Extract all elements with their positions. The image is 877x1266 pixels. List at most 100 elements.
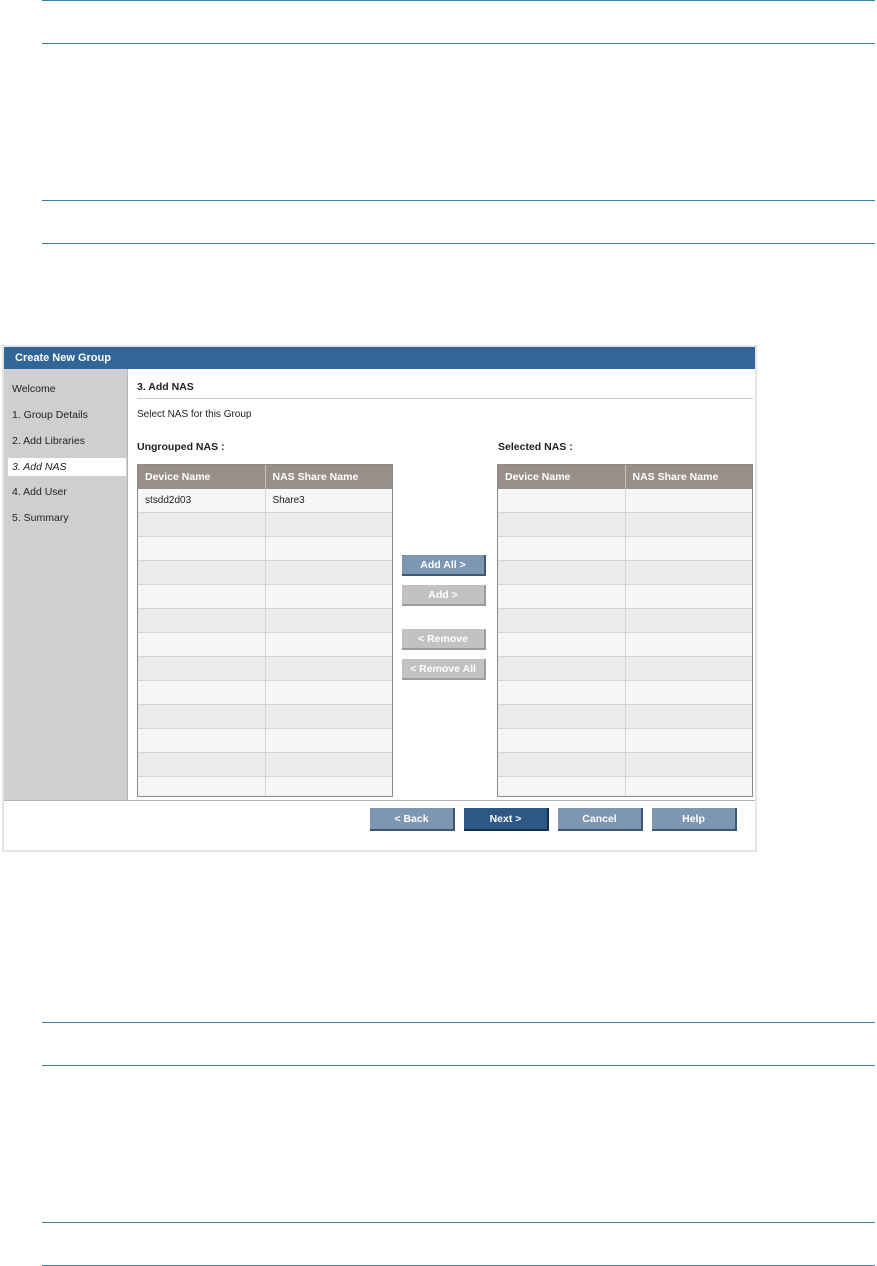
device-name-cell (498, 536, 626, 561)
next-button[interactable]: Next > (464, 808, 549, 831)
table-row (138, 608, 392, 633)
table-row (498, 560, 752, 585)
dialog-title: Create New Group (4, 347, 755, 369)
back-button[interactable]: < Back (370, 808, 455, 831)
table-row (138, 584, 392, 609)
nas-share-name-cell (265, 728, 392, 753)
nas-share-name-cell (265, 608, 392, 633)
column-header-device-name[interactable]: Device Name (498, 465, 626, 489)
nas-share-name-cell (625, 728, 752, 753)
device-name-cell (138, 560, 266, 585)
add-button[interactable]: Add > (402, 585, 486, 606)
step-title: 3. Add NAS (137, 381, 194, 393)
step-divider (137, 398, 753, 399)
ungrouped-nas-grid[interactable]: Device Name NAS Share Name stsdd2d03 Shar… (137, 464, 393, 797)
nas-share-name-cell (265, 752, 392, 777)
nas-share-name-cell (625, 560, 752, 585)
device-name-cell (498, 512, 626, 537)
device-name-cell (498, 632, 626, 657)
column-header-device-name[interactable]: Device Name (138, 465, 266, 489)
device-name-cell (138, 752, 266, 777)
selected-nas-label: Selected NAS : (498, 441, 573, 453)
table-row (138, 512, 392, 537)
table-row (138, 728, 392, 753)
help-button[interactable]: Help (652, 808, 737, 831)
table-row (138, 656, 392, 681)
device-name-cell (498, 656, 626, 681)
table-row (498, 728, 752, 753)
device-name-cell (138, 584, 266, 609)
divider-rule-1 (42, 0, 875, 1)
device-name-cell (138, 776, 266, 796)
sidebar-item-summary[interactable]: 5. Summary (8, 509, 126, 527)
sidebar-item-add-user[interactable]: 4. Add User (8, 483, 126, 501)
device-name-cell (498, 584, 626, 609)
device-name-cell (498, 680, 626, 705)
table-row (498, 704, 752, 729)
remove-button[interactable]: < Remove (402, 629, 486, 650)
device-name-cell (498, 728, 626, 753)
nas-share-name-cell (625, 680, 752, 705)
sidebar-item-add-libraries[interactable]: 2. Add Libraries (8, 432, 126, 450)
ungrouped-nas-table: Device Name NAS Share Name stsdd2d03 Shar… (138, 465, 392, 796)
device-name-cell (498, 489, 626, 513)
nas-share-name-cell (625, 656, 752, 681)
device-name-cell (138, 704, 266, 729)
instruction-text: Select NAS for this Group (137, 409, 252, 420)
device-name-cell (138, 512, 266, 537)
device-name-cell (498, 560, 626, 585)
create-group-dialog: Create New Group Welcome 1. Group Detail… (2, 345, 757, 852)
device-name-cell (498, 704, 626, 729)
dialog-body: Create New Group Welcome 1. Group Detail… (4, 347, 755, 850)
nas-share-name-cell (265, 680, 392, 705)
divider-rule-4 (42, 243, 875, 244)
nas-share-name-cell (265, 704, 392, 729)
nas-share-name-cell (265, 584, 392, 609)
table-row (498, 680, 752, 705)
device-name-cell (138, 656, 266, 681)
selected-nas-table: Device Name NAS Share Name (498, 465, 752, 796)
nas-share-name-cell (265, 776, 392, 796)
remove-all-button[interactable]: < Remove All (402, 659, 486, 680)
nas-share-name-cell (625, 776, 752, 796)
nas-share-name-cell (625, 704, 752, 729)
table-row (138, 680, 392, 705)
selected-nas-grid[interactable]: Device Name NAS Share Name (497, 464, 753, 797)
nas-share-name-cell (265, 536, 392, 561)
table-row (498, 632, 752, 657)
wizard-content: 3. Add NAS Select NAS for this Group Ung… (129, 369, 755, 800)
sidebar-item-welcome[interactable]: Welcome (8, 380, 126, 398)
nas-share-name-cell (625, 536, 752, 561)
table-row (498, 536, 752, 561)
nas-share-name-cell (265, 632, 392, 657)
device-name-cell (138, 536, 266, 561)
divider-rule-3 (42, 200, 875, 201)
column-header-nas-share-name[interactable]: NAS Share Name (265, 465, 392, 489)
divider-rule-6 (42, 1065, 875, 1066)
device-name-cell (498, 752, 626, 777)
column-header-nas-share-name[interactable]: NAS Share Name (625, 465, 752, 489)
device-name-cell (138, 632, 266, 657)
table-row (498, 584, 752, 609)
device-name-cell (498, 608, 626, 633)
divider-rule-5 (42, 1022, 875, 1023)
nas-share-name-cell (625, 608, 752, 633)
table-row (498, 656, 752, 681)
table-row (498, 608, 752, 633)
divider-rule-7 (42, 1222, 875, 1223)
sidebar-item-group-details[interactable]: 1. Group Details (8, 406, 126, 424)
table-row (138, 536, 392, 561)
nas-share-name-cell (265, 512, 392, 537)
device-name-cell (138, 680, 266, 705)
table-row (498, 752, 752, 777)
table-row (138, 632, 392, 657)
table-row[interactable]: stsdd2d03 Share3 (138, 489, 392, 513)
add-all-button[interactable]: Add All > (402, 555, 486, 576)
sidebar-item-add-nas[interactable]: 3. Add NAS (8, 458, 126, 476)
table-row (138, 560, 392, 585)
nas-share-name-cell (625, 512, 752, 537)
nas-share-name-cell (625, 489, 752, 513)
device-name-cell (498, 776, 626, 796)
dialog-footer: < Back Next > Cancel Help (4, 800, 755, 850)
cancel-button[interactable]: Cancel (558, 808, 643, 831)
